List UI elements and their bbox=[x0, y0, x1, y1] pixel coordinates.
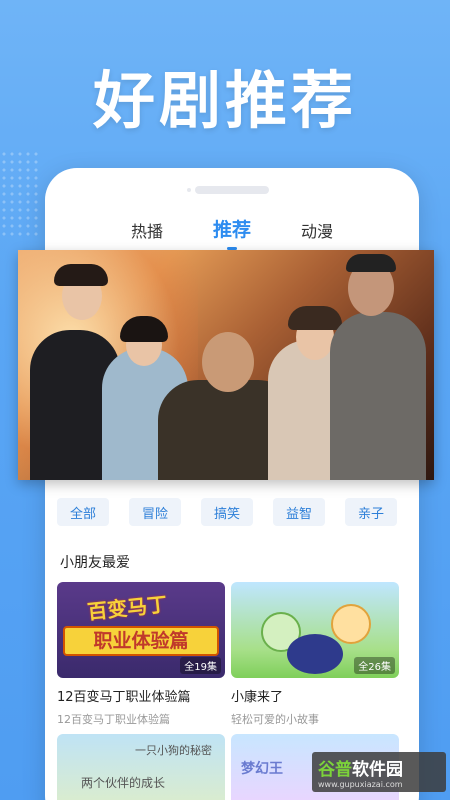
tab-bar: 热播 推荐 动漫 bbox=[45, 212, 419, 248]
speaker-grille bbox=[195, 186, 269, 194]
figure-old-man bbox=[330, 312, 426, 480]
figure-hair bbox=[346, 254, 396, 272]
video-thumbnail: 百变马丁 职业体验篇 全19集 bbox=[57, 582, 225, 678]
tab-anime[interactable]: 动漫 bbox=[301, 212, 333, 248]
figure-hair bbox=[54, 264, 108, 286]
watermark-url: www.gupuxiazai.com bbox=[318, 780, 403, 789]
video-title: 小康来了 bbox=[231, 690, 284, 705]
featured-banner[interactable] bbox=[18, 250, 434, 480]
category-puzzle[interactable]: 益智 bbox=[273, 498, 325, 526]
watermark-brand: 谷普 bbox=[318, 760, 352, 780]
video-thumbnail: 全26集 bbox=[231, 582, 399, 678]
watermark-brand-suffix: 软件园 bbox=[352, 760, 403, 780]
thumbnail-logo: 百变马丁 bbox=[86, 591, 169, 625]
figure-hair bbox=[288, 306, 342, 330]
thumbnail-title: 职业体验篇 bbox=[63, 626, 219, 656]
thumbnail-text: 梦幻王 bbox=[241, 761, 283, 777]
episode-count: 全19集 bbox=[180, 657, 221, 674]
category-adventure[interactable]: 冒险 bbox=[129, 498, 181, 526]
video-card[interactable]: 百变马丁 职业体验篇 全19集 12百变马丁职业体验篇 12百变马丁职业体验篇 bbox=[57, 582, 225, 727]
camera-dot bbox=[187, 188, 191, 192]
figure-head bbox=[202, 332, 254, 392]
video-card[interactable]: 全26集 小康来了 轻松可爱的小故事 bbox=[231, 582, 399, 727]
category-family[interactable]: 亲子 bbox=[345, 498, 397, 526]
video-subtitle: 12百变马丁职业体验篇 bbox=[57, 713, 170, 726]
video-title: 12百变马丁职业体验篇 bbox=[57, 690, 191, 705]
category-all[interactable]: 全部 bbox=[57, 498, 109, 526]
section-title: 小朋友最爱 bbox=[60, 555, 130, 571]
thumbnail-text: 两个伙伴的成长 bbox=[81, 776, 166, 790]
headline: 好剧推荐 bbox=[92, 64, 357, 137]
tab-recommend[interactable]: 推荐 bbox=[213, 212, 251, 248]
cartoon-character bbox=[331, 604, 371, 644]
video-subtitle: 轻松可爱的小故事 bbox=[231, 713, 319, 726]
video-thumbnail[interactable]: 一只小狗的秘密 两个伙伴的成长 bbox=[57, 734, 225, 800]
thumbnail-text: 一只小狗的秘密 bbox=[135, 744, 212, 757]
tab-hot[interactable]: 热播 bbox=[131, 212, 163, 248]
episode-count: 全26集 bbox=[354, 657, 395, 674]
cartoon-insect bbox=[287, 634, 343, 674]
decorative-dots bbox=[0, 150, 40, 240]
watermark: 谷普软件园 www.gupuxiazai.com bbox=[312, 752, 446, 792]
category-filter: 全部 冒险 搞笑 益智 亲子 bbox=[57, 498, 397, 526]
category-comedy[interactable]: 搞笑 bbox=[201, 498, 253, 526]
